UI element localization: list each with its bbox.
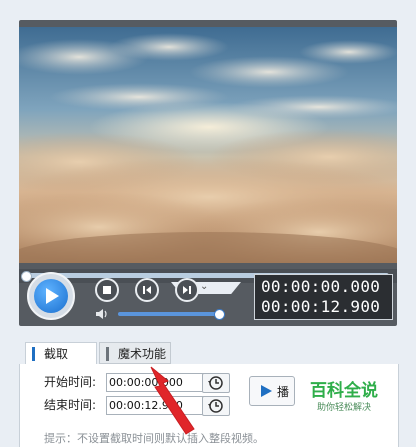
tab-accent-bar <box>32 347 35 361</box>
step-forward-button[interactable] <box>175 278 199 302</box>
volume-handle[interactable] <box>213 309 225 320</box>
insert-play-button[interactable]: 播 <box>249 376 295 406</box>
tab-accent-bar <box>106 347 109 361</box>
stop-button[interactable] <box>95 278 119 302</box>
step-back-button[interactable] <box>135 278 159 302</box>
time-display: 00:00:00.000 00:00:12.900 <box>254 274 393 320</box>
total-time: 00:00:12.900 <box>261 297 381 316</box>
chevron-down-icon: ⌄ <box>200 281 209 292</box>
video-preview[interactable] <box>19 27 397 263</box>
clock-icon <box>208 399 223 413</box>
video-frame-image <box>19 27 397 263</box>
annotation-arrow-icon <box>150 366 195 435</box>
watermark: 百科全说 助你轻松解决 <box>300 381 388 415</box>
tab-magic-functions[interactable]: 魔术功能 <box>99 342 171 364</box>
video-player: ⌄ 00:00:00.000 00:00:12.900 <box>19 20 397 326</box>
tab-trim-label: 截取 <box>44 347 69 361</box>
current-time: 00:00:00.000 <box>261 277 381 296</box>
set-end-time-button[interactable] <box>202 396 230 416</box>
play-button-face <box>34 279 68 313</box>
volume-slider[interactable] <box>118 312 224 316</box>
insert-button-label: 播 <box>277 385 290 399</box>
tab-trim[interactable]: 截取 <box>25 342 97 364</box>
clock-icon <box>208 376 223 390</box>
watermark-subtitle: 助你轻松解决 <box>316 403 371 413</box>
set-start-time-button[interactable] <box>202 373 230 393</box>
seek-handle[interactable] <box>21 271 32 282</box>
end-time-label: 结束时间: <box>44 398 97 412</box>
step-forward-icon <box>183 286 191 294</box>
speaker-icon[interactable] <box>95 308 111 320</box>
play-icon <box>46 288 59 304</box>
step-back-icon <box>143 286 151 294</box>
tab-magic-label: 魔术功能 <box>118 347 167 361</box>
play-icon <box>261 385 272 397</box>
play-button[interactable] <box>27 272 75 320</box>
watermark-title: 百科全说 <box>310 381 378 401</box>
tab-strip: 截取 魔术功能 <box>19 340 397 364</box>
stop-icon <box>103 286 111 294</box>
start-time-label: 开始时间: <box>44 375 97 389</box>
